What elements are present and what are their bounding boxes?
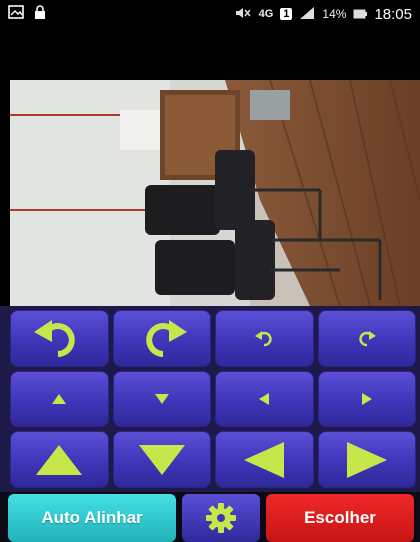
gear-icon	[206, 503, 236, 533]
bottom-bar: Auto Alinhar Escolher	[0, 492, 420, 542]
move-right-large-button[interactable]	[317, 431, 416, 488]
arrow-up-small-icon	[52, 393, 67, 404]
lock-icon	[34, 5, 46, 23]
arrow-left-small-icon	[259, 392, 270, 405]
camera-feed-image	[10, 80, 420, 306]
image-notification-icon	[8, 5, 24, 23]
choose-button[interactable]: Escolher	[266, 494, 414, 542]
battery-icon	[353, 6, 368, 22]
rotate-left-small-icon	[255, 331, 272, 347]
status-bar: 4G 1 14% 18:05	[0, 0, 420, 28]
battery-percent: 14%	[322, 7, 347, 21]
control-grid	[10, 306, 420, 492]
top-spacer	[0, 28, 420, 80]
arrow-left-large-icon	[244, 441, 285, 478]
rotate-right-small-icon	[359, 331, 376, 347]
move-down-large-button[interactable]	[112, 431, 211, 488]
rotate-right-small-button[interactable]	[317, 310, 416, 367]
camera-preview[interactable]	[10, 80, 420, 306]
arrow-right-small-icon	[361, 392, 372, 405]
arrow-up-large-icon	[36, 444, 83, 475]
auto-align-button[interactable]: Auto Alinhar	[8, 494, 176, 542]
arrow-right-large-icon	[346, 441, 387, 478]
rotate-left-large-button[interactable]	[10, 310, 109, 367]
move-right-small-button[interactable]	[317, 370, 416, 428]
move-down-small-button[interactable]	[112, 370, 211, 428]
rotate-right-large-icon	[145, 320, 187, 358]
arrow-down-large-icon	[138, 444, 185, 475]
choose-label: Escolher	[304, 508, 376, 527]
auto-align-label: Auto Alinhar	[41, 508, 143, 527]
rotate-right-large-button[interactable]	[112, 310, 211, 367]
settings-button[interactable]	[182, 494, 260, 542]
rotate-left-large-icon	[34, 320, 76, 358]
arrow-down-small-icon	[154, 393, 169, 404]
move-left-small-button[interactable]	[215, 370, 314, 428]
rotate-left-small-button[interactable]	[215, 310, 314, 367]
network-type: 4G	[258, 8, 274, 20]
mute-icon	[234, 6, 252, 23]
move-left-large-button[interactable]	[215, 431, 314, 488]
signal-icon	[299, 6, 315, 23]
sim-slot: 1	[280, 8, 293, 20]
move-up-large-button[interactable]	[10, 431, 109, 488]
clock: 18:05	[374, 5, 412, 23]
move-up-small-button[interactable]	[10, 370, 109, 428]
